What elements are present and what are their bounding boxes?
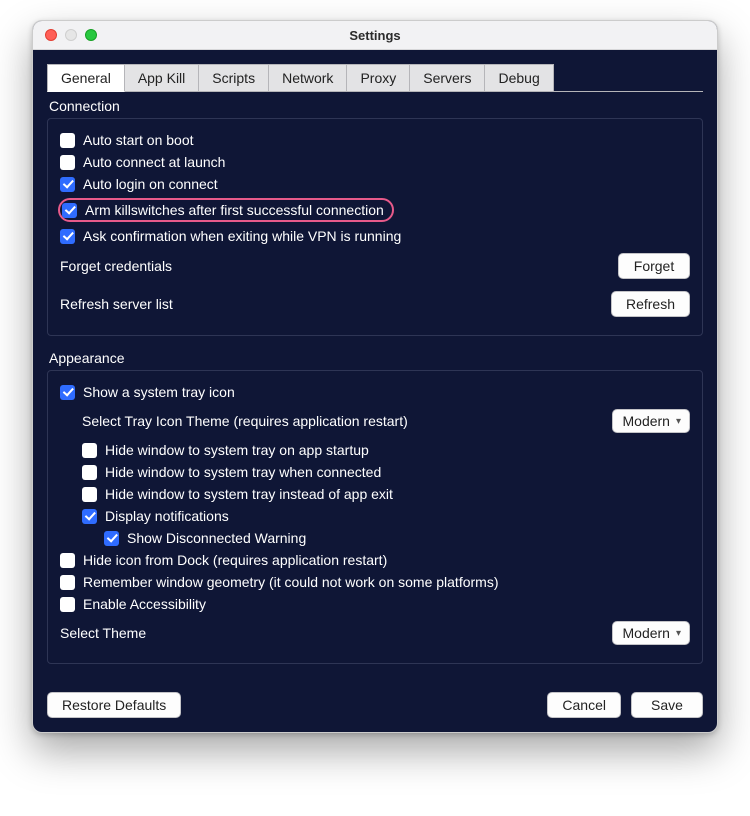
auto-start-row[interactable]: Auto start on boot — [60, 129, 690, 151]
minimize-icon[interactable] — [65, 29, 77, 41]
cancel-button[interactable]: Cancel — [547, 692, 621, 718]
connection-group: Auto start on boot Auto connect at launc… — [47, 118, 703, 336]
hide-exit-label: Hide window to system tray instead of ap… — [105, 486, 393, 502]
tray-icon-label: Show a system tray icon — [83, 384, 235, 400]
auto-start-label: Auto start on boot — [83, 132, 194, 148]
remember-geometry-row[interactable]: Remember window geometry (it could not w… — [60, 571, 690, 593]
tab-app-kill[interactable]: App Kill — [124, 64, 199, 91]
checkbox-notifications[interactable] — [82, 509, 97, 524]
disconnected-warning-label: Show Disconnected Warning — [127, 530, 306, 546]
auto-login-label: Auto login on connect — [83, 176, 218, 192]
close-icon[interactable] — [45, 29, 57, 41]
refresh-server-row: Refresh server list Refresh — [60, 285, 690, 323]
ask-confirm-row[interactable]: Ask confirmation when exiting while VPN … — [60, 225, 690, 247]
settings-window: Settings General App Kill Scripts Networ… — [32, 20, 718, 733]
save-button[interactable]: Save — [631, 692, 703, 718]
checkbox-auto-connect[interactable] — [60, 155, 75, 170]
remember-geometry-label: Remember window geometry (it could not w… — [83, 574, 499, 590]
tray-icon-row[interactable]: Show a system tray icon — [60, 381, 690, 403]
tray-theme-value: Modern — [623, 413, 670, 429]
tab-servers[interactable]: Servers — [409, 64, 485, 91]
refresh-label: Refresh server list — [60, 296, 173, 312]
checkbox-ask-confirm[interactable] — [60, 229, 75, 244]
arm-killswitch-highlight: Arm killswitches after first successful … — [58, 198, 394, 222]
auto-login-row[interactable]: Auto login on connect — [60, 173, 690, 195]
hide-dock-row[interactable]: Hide icon from Dock (requires applicatio… — [60, 549, 690, 571]
footer-buttons: Restore Defaults Cancel Save — [47, 678, 703, 718]
arm-killswitch-row[interactable]: Arm killswitches after first successful … — [60, 195, 690, 225]
section-heading-connection: Connection — [49, 98, 703, 114]
tab-network[interactable]: Network — [268, 64, 347, 91]
checkbox-hide-dock[interactable] — [60, 553, 75, 568]
zoom-icon[interactable] — [85, 29, 97, 41]
checkbox-accessibility[interactable] — [60, 597, 75, 612]
checkbox-arm-killswitch[interactable] — [62, 203, 77, 218]
chevron-down-icon: ▾ — [676, 628, 681, 639]
chevron-down-icon: ▾ — [676, 416, 681, 427]
checkbox-hide-connected[interactable] — [82, 465, 97, 480]
select-theme-value: Modern — [623, 625, 670, 641]
forget-button[interactable]: Forget — [618, 253, 690, 279]
tab-bar: General App Kill Scripts Network Proxy S… — [47, 64, 703, 92]
section-heading-appearance: Appearance — [49, 350, 703, 366]
hide-exit-row[interactable]: Hide window to system tray instead of ap… — [60, 483, 690, 505]
notifications-row[interactable]: Display notifications — [60, 505, 690, 527]
checkbox-remember-geometry[interactable] — [60, 575, 75, 590]
content-area: General App Kill Scripts Network Proxy S… — [33, 50, 717, 732]
appearance-group: Show a system tray icon Select Tray Icon… — [47, 370, 703, 664]
arm-killswitch-label: Arm killswitches after first successful … — [85, 202, 384, 218]
select-theme-row: Select Theme Modern ▾ — [60, 615, 690, 651]
titlebar: Settings — [33, 21, 717, 50]
ask-confirm-label: Ask confirmation when exiting while VPN … — [83, 228, 401, 244]
tab-debug[interactable]: Debug — [484, 64, 553, 91]
tab-proxy[interactable]: Proxy — [346, 64, 410, 91]
accessibility-row[interactable]: Enable Accessibility — [60, 593, 690, 615]
tab-general[interactable]: General — [47, 64, 125, 92]
notifications-label: Display notifications — [105, 508, 229, 524]
hide-connected-row[interactable]: Hide window to system tray when connecte… — [60, 461, 690, 483]
restore-defaults-button[interactable]: Restore Defaults — [47, 692, 181, 718]
checkbox-disconnected-warning[interactable] — [104, 531, 119, 546]
traffic-lights — [45, 29, 97, 41]
tray-theme-dropdown[interactable]: Modern ▾ — [612, 409, 691, 433]
tray-theme-row: Select Tray Icon Theme (requires applica… — [60, 403, 690, 439]
checkbox-hide-exit[interactable] — [82, 487, 97, 502]
checkbox-hide-startup[interactable] — [82, 443, 97, 458]
select-theme-label: Select Theme — [60, 625, 146, 641]
refresh-button[interactable]: Refresh — [611, 291, 690, 317]
select-theme-dropdown[interactable]: Modern ▾ — [612, 621, 691, 645]
forget-credentials-row: Forget credentials Forget — [60, 247, 690, 285]
tab-scripts[interactable]: Scripts — [198, 64, 269, 91]
disconnected-warning-row[interactable]: Show Disconnected Warning — [60, 527, 690, 549]
auto-connect-label: Auto connect at launch — [83, 154, 225, 170]
hide-startup-label: Hide window to system tray on app startu… — [105, 442, 369, 458]
tray-theme-label: Select Tray Icon Theme (requires applica… — [82, 413, 408, 429]
checkbox-auto-login[interactable] — [60, 177, 75, 192]
accessibility-label: Enable Accessibility — [83, 596, 206, 612]
auto-connect-row[interactable]: Auto connect at launch — [60, 151, 690, 173]
window-title: Settings — [33, 28, 717, 43]
hide-startup-row[interactable]: Hide window to system tray on app startu… — [60, 439, 690, 461]
checkbox-tray-icon[interactable] — [60, 385, 75, 400]
hide-dock-label: Hide icon from Dock (requires applicatio… — [83, 552, 387, 568]
hide-connected-label: Hide window to system tray when connecte… — [105, 464, 381, 480]
forget-label: Forget credentials — [60, 258, 172, 274]
checkbox-auto-start[interactable] — [60, 133, 75, 148]
